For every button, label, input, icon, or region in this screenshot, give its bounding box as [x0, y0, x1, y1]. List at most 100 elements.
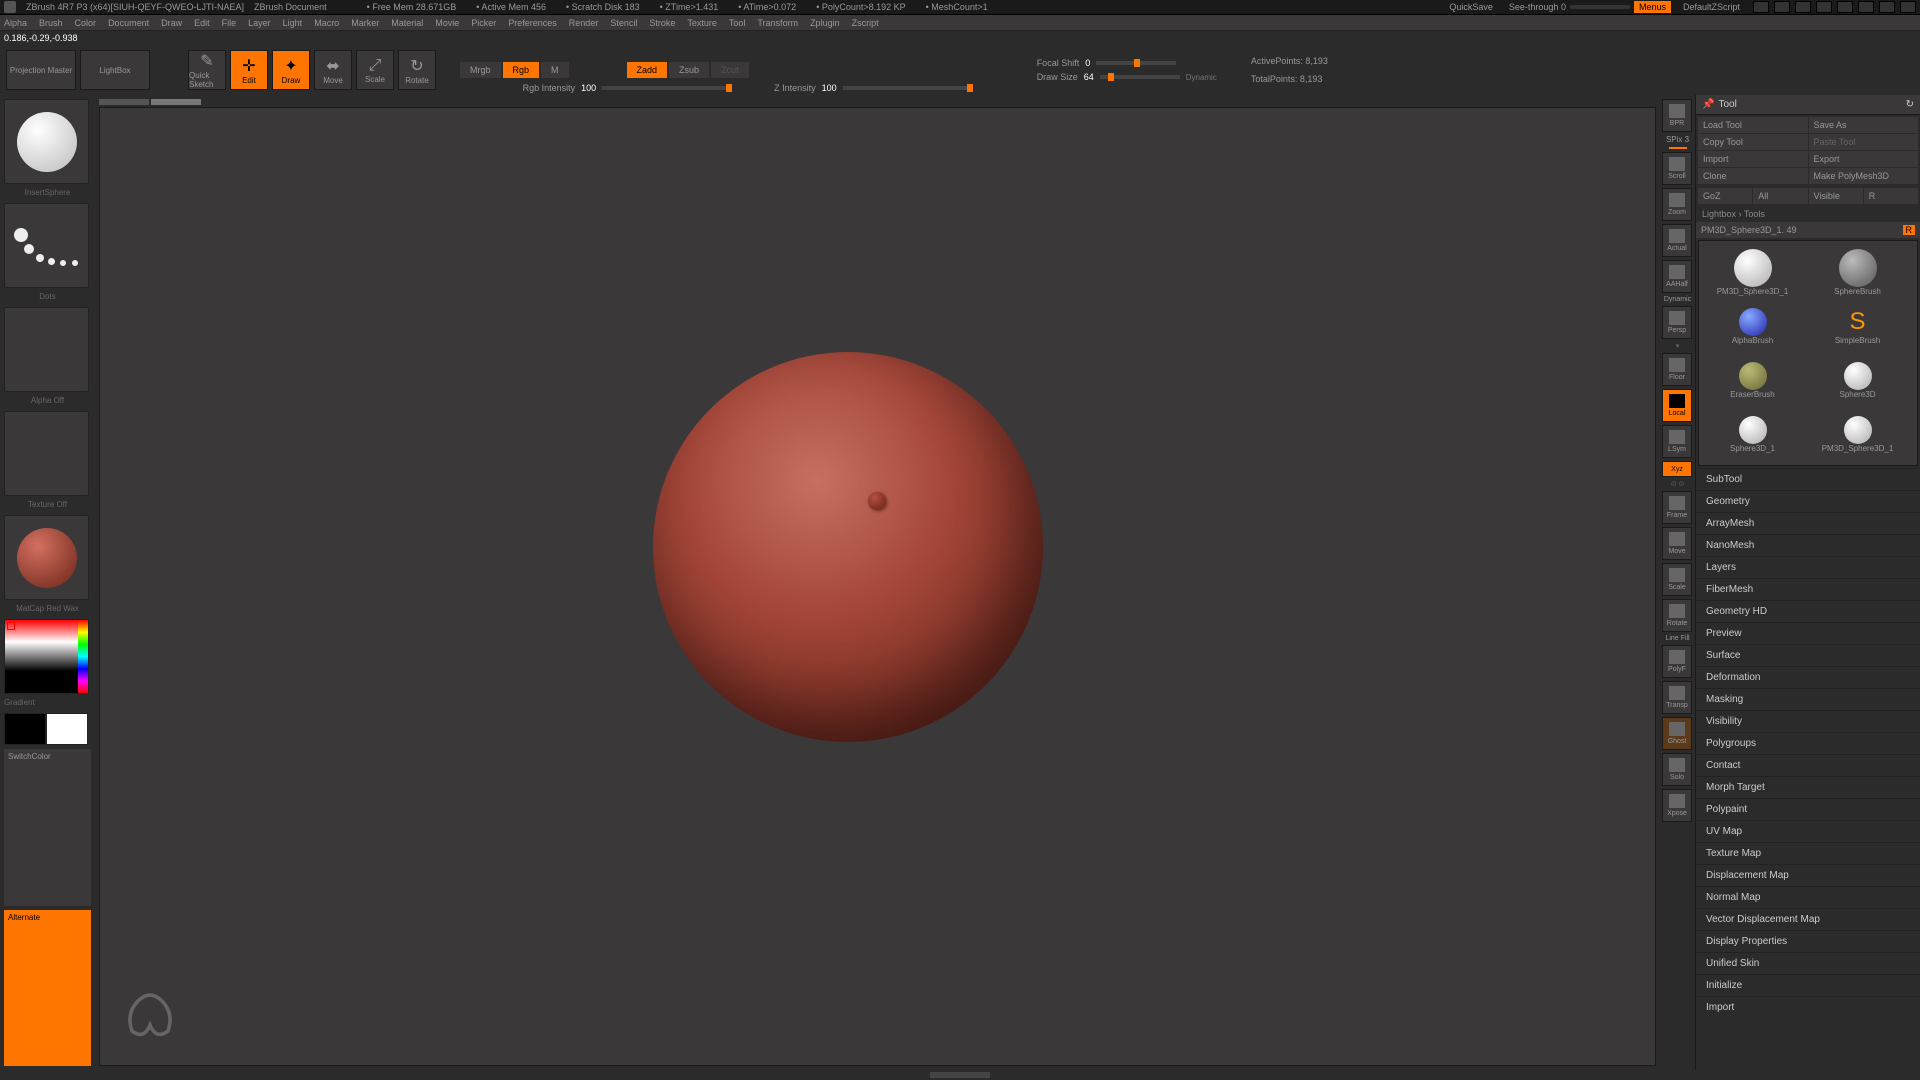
- rgb-button[interactable]: Rgb: [503, 62, 540, 78]
- win-button-1[interactable]: [1753, 1, 1769, 13]
- section-displacement-map[interactable]: Displacement Map: [1696, 864, 1920, 886]
- resize-handle[interactable]: [930, 1072, 990, 1078]
- projection-master-button[interactable]: Projection Master: [6, 50, 76, 90]
- shelf-move-button[interactable]: Move: [1662, 527, 1692, 560]
- export-button[interactable]: Export: [1809, 151, 1919, 167]
- floor-button[interactable]: Floor: [1662, 353, 1692, 386]
- xpose-button[interactable]: Xpose: [1662, 789, 1692, 822]
- menu-tool[interactable]: Tool: [729, 18, 746, 28]
- menus-button[interactable]: Menus: [1634, 1, 1671, 13]
- lightbox-tools-label[interactable]: Lightbox › Tools: [1696, 206, 1920, 222]
- zadd-button[interactable]: Zadd: [627, 62, 668, 78]
- current-tool-name[interactable]: PM3D_Sphere3D_1. 49R: [1696, 222, 1920, 238]
- draw-size-slider[interactable]: [1100, 75, 1180, 79]
- dynamic-label[interactable]: Dynamic: [1186, 73, 1217, 82]
- close-button[interactable]: [1900, 1, 1916, 13]
- section-uv-map[interactable]: UV Map: [1696, 820, 1920, 842]
- menu-macro[interactable]: Macro: [314, 18, 339, 28]
- menu-layer[interactable]: Layer: [248, 18, 271, 28]
- goz-button[interactable]: GoZ: [1698, 188, 1752, 204]
- rgb-intensity-slider[interactable]: [602, 86, 732, 90]
- goz-all-button[interactable]: All: [1753, 188, 1807, 204]
- section-vector-displacement-map[interactable]: Vector Displacement Map: [1696, 908, 1920, 930]
- quick-sketch-button[interactable]: ✎Quick Sketch: [188, 50, 226, 90]
- lsym-button[interactable]: LSym: [1662, 425, 1692, 458]
- menu-brush[interactable]: Brush: [39, 18, 63, 28]
- scale-button[interactable]: ⤢Scale: [356, 50, 394, 90]
- move-button[interactable]: ⬌Move: [314, 50, 352, 90]
- menu-zscript[interactable]: Zscript: [852, 18, 879, 28]
- section-nanomesh[interactable]: NanoMesh: [1696, 534, 1920, 556]
- section-visibility[interactable]: Visibility: [1696, 710, 1920, 732]
- frame-button[interactable]: Frame: [1662, 491, 1692, 524]
- seethrough-slider[interactable]: [1570, 5, 1630, 9]
- tool-thumb-eraserbrush[interactable]: EraserBrush: [1705, 355, 1800, 405]
- secondary-color-swatch[interactable]: [4, 713, 46, 745]
- menu-stencil[interactable]: Stencil: [610, 18, 637, 28]
- hue-bar[interactable]: [78, 620, 88, 693]
- local-button[interactable]: Local: [1662, 389, 1692, 422]
- mrgb-button[interactable]: Mrgb: [460, 62, 501, 78]
- minimize-button[interactable]: [1858, 1, 1874, 13]
- canvas-doc-strip[interactable]: [99, 99, 1656, 107]
- section-deformation[interactable]: Deformation: [1696, 666, 1920, 688]
- bpr-button[interactable]: BPR: [1662, 99, 1692, 132]
- aahalf-button[interactable]: AAHalf: [1662, 260, 1692, 293]
- refresh-icon[interactable]: ↻: [1906, 99, 1914, 110]
- tool-thumb-simplebrush[interactable]: SSimpleBrush: [1810, 301, 1905, 351]
- menu-render[interactable]: Render: [569, 18, 599, 28]
- menu-transform[interactable]: Transform: [757, 18, 798, 28]
- section-polypaint[interactable]: Polypaint: [1696, 798, 1920, 820]
- tool-thumb-sphere3d1[interactable]: Sphere3D_1: [1705, 409, 1800, 459]
- section-import[interactable]: Import: [1696, 996, 1920, 1018]
- linefill-label[interactable]: Line Fill: [1662, 635, 1693, 642]
- win-button-4[interactable]: [1816, 1, 1832, 13]
- section-layers[interactable]: Layers: [1696, 556, 1920, 578]
- menu-zplugin[interactable]: Zplugin: [810, 18, 840, 28]
- focal-shift-slider[interactable]: [1096, 61, 1176, 65]
- save-as-button[interactable]: Save As: [1809, 117, 1919, 133]
- tool-thumb-alphabrush[interactable]: AlphaBrush: [1705, 301, 1800, 351]
- menu-texture[interactable]: Texture: [687, 18, 717, 28]
- ghost-button[interactable]: Ghost: [1662, 717, 1692, 750]
- section-initialize[interactable]: Initialize: [1696, 974, 1920, 996]
- maximize-button[interactable]: [1879, 1, 1895, 13]
- section-morph-target[interactable]: Morph Target: [1696, 776, 1920, 798]
- section-surface[interactable]: Surface: [1696, 644, 1920, 666]
- stroke-thumbnail[interactable]: [4, 203, 89, 288]
- menu-preferences[interactable]: Preferences: [508, 18, 557, 28]
- dynamic-label[interactable]: Dynamic: [1662, 296, 1693, 303]
- tool-thumb-spherebrush[interactable]: SphereBrush: [1810, 247, 1905, 297]
- default-script[interactable]: DefaultZScript: [1683, 2, 1740, 12]
- draw-button[interactable]: ✦Draw: [272, 50, 310, 90]
- edit-button[interactable]: ✛Edit: [230, 50, 268, 90]
- xyz-button[interactable]: Xyz: [1662, 461, 1692, 477]
- solo-button[interactable]: Solo: [1662, 753, 1692, 786]
- pin-icon[interactable]: 📌: [1702, 99, 1714, 110]
- tool-thumb-sphere3d[interactable]: Sphere3D: [1810, 355, 1905, 405]
- paste-tool-button[interactable]: Paste Tool: [1809, 134, 1919, 150]
- goz-visible-button[interactable]: Visible: [1809, 188, 1863, 204]
- persp-button[interactable]: Persp: [1662, 306, 1692, 339]
- z-intensity-slider[interactable]: [843, 86, 973, 90]
- m-button[interactable]: M: [541, 62, 569, 78]
- section-contact[interactable]: Contact: [1696, 754, 1920, 776]
- zcut-button[interactable]: Zcut: [711, 62, 749, 78]
- menu-alpha[interactable]: Alpha: [4, 18, 27, 28]
- color-picker[interactable]: [4, 619, 89, 694]
- section-normal-map[interactable]: Normal Map: [1696, 886, 1920, 908]
- win-button-2[interactable]: [1774, 1, 1790, 13]
- menu-light[interactable]: Light: [283, 18, 303, 28]
- shelf-rotate-button[interactable]: Rotate: [1662, 599, 1692, 632]
- section-geometry-hd[interactable]: Geometry HD: [1696, 600, 1920, 622]
- goz-r-button[interactable]: R: [1864, 188, 1918, 204]
- section-arraymesh[interactable]: ArrayMesh: [1696, 512, 1920, 534]
- polyf-button[interactable]: PolyF: [1662, 645, 1692, 678]
- viewport-canvas[interactable]: [99, 107, 1656, 1066]
- sphere-mesh[interactable]: [653, 352, 1043, 742]
- section-polygroups[interactable]: Polygroups: [1696, 732, 1920, 754]
- section-preview[interactable]: Preview: [1696, 622, 1920, 644]
- menu-movie[interactable]: Movie: [435, 18, 459, 28]
- import-button[interactable]: Import: [1698, 151, 1808, 167]
- menu-file[interactable]: File: [222, 18, 237, 28]
